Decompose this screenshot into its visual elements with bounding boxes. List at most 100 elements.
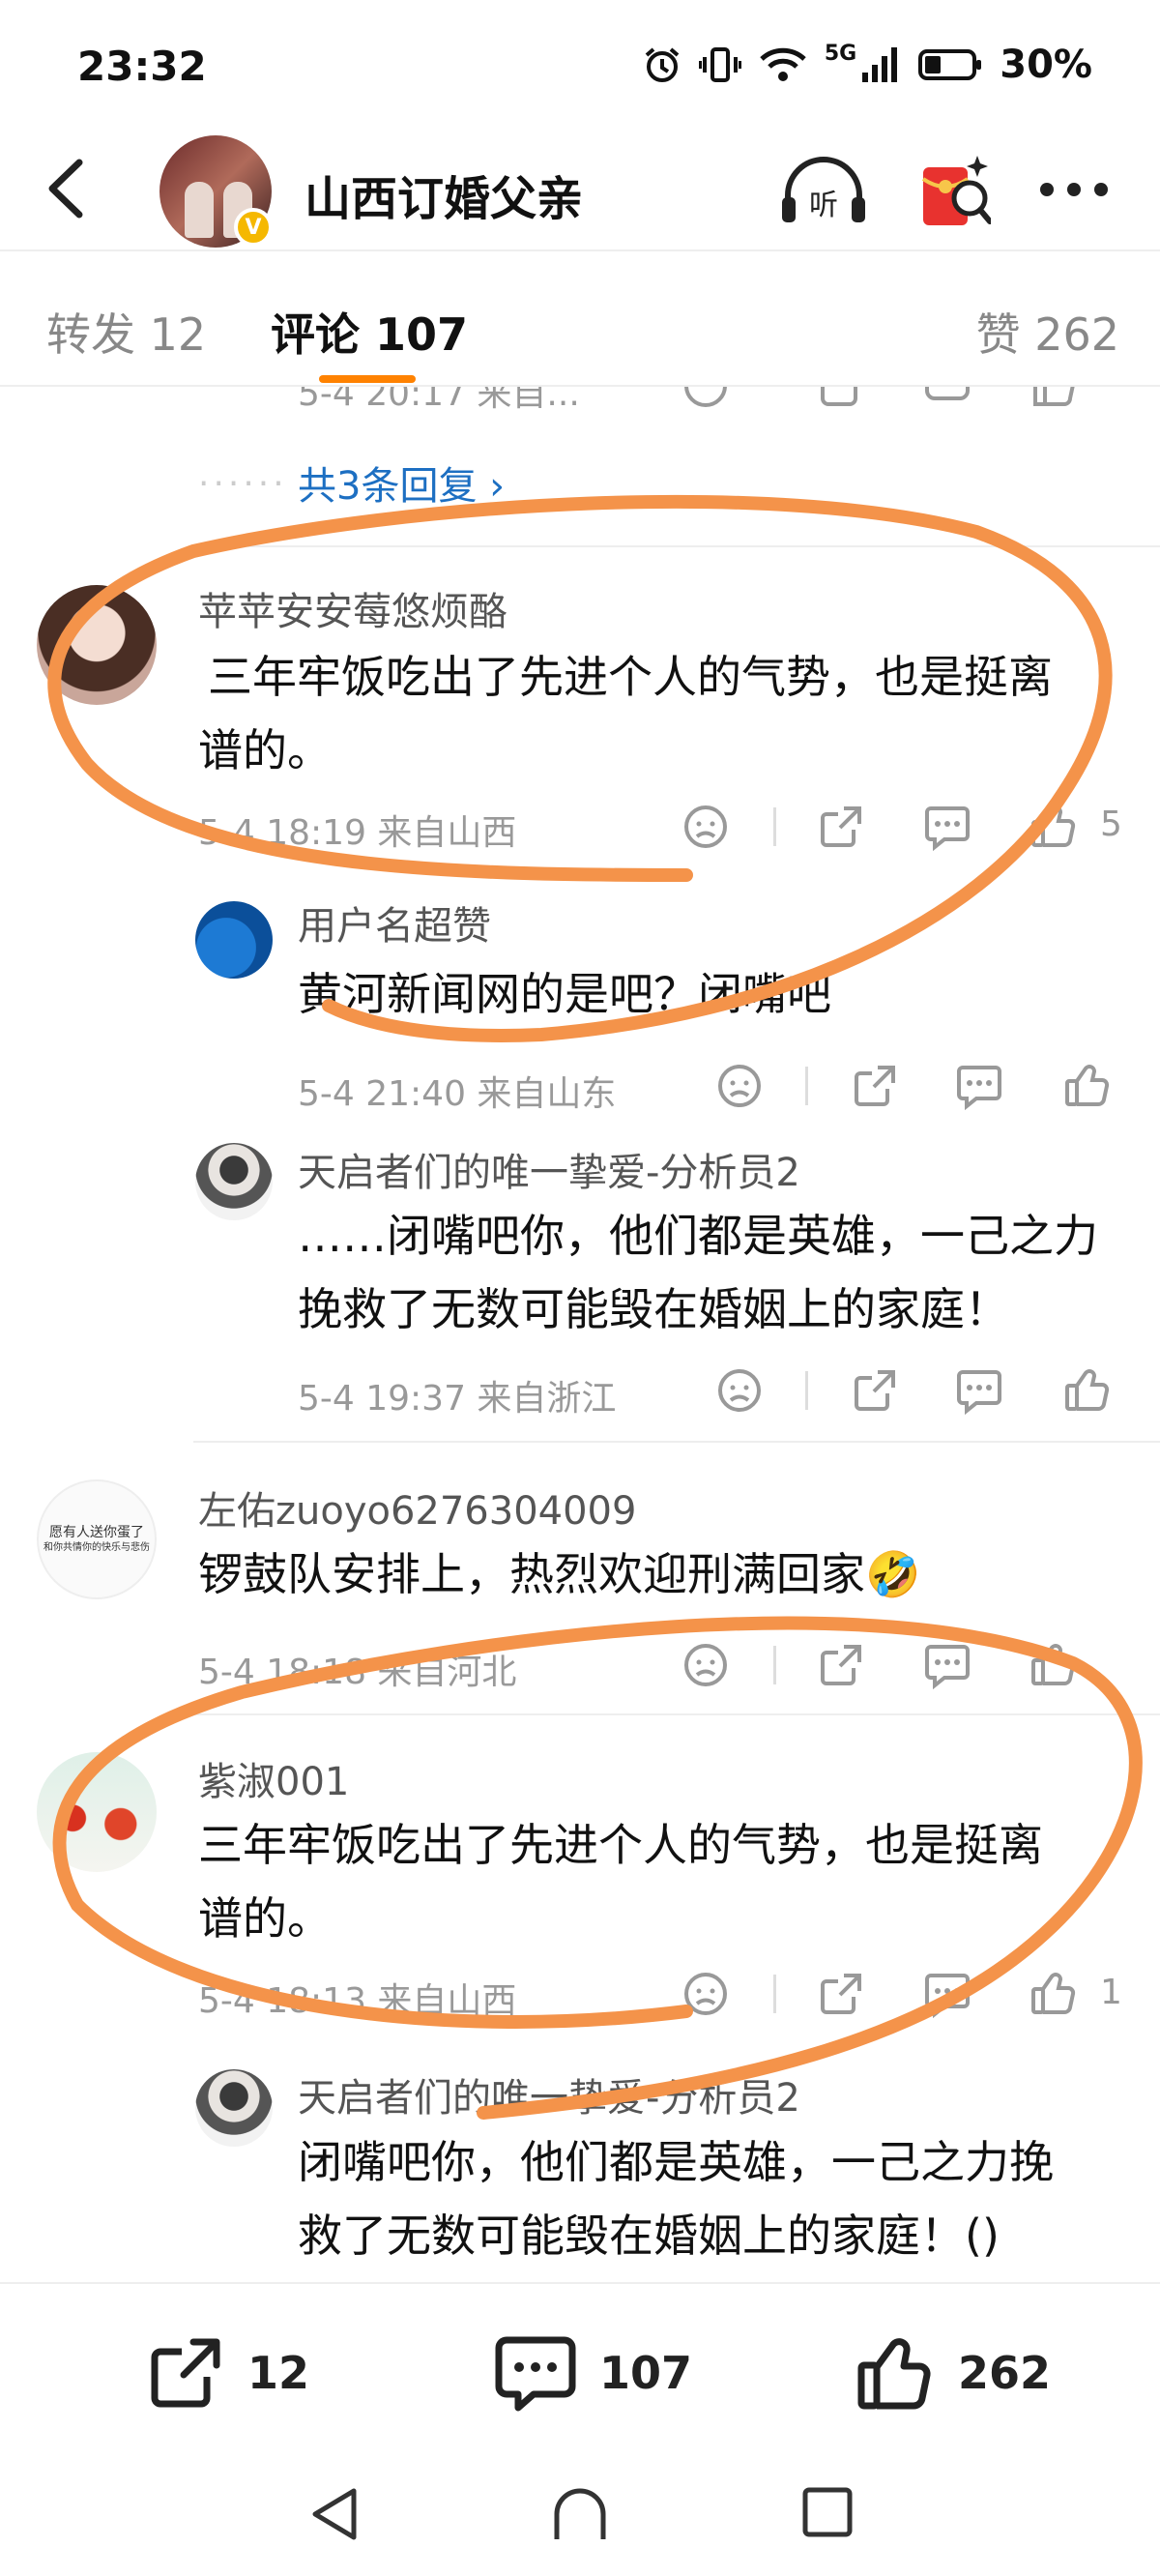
comment-button[interactable]: 107	[493, 2332, 692, 2414]
dislike-icon[interactable]	[715, 1062, 764, 1110]
bottom-action-bar: 12 107 262	[0, 2282, 1160, 2456]
verified-badge-icon: V	[234, 208, 273, 247]
comment-list: 5-4 20:17 来自... ······ 共3条回复 › 苹苹安安莓悠烦酪 …	[0, 387, 1160, 2282]
nav-back-icon[interactable]	[307, 2485, 362, 2543]
action-separator	[773, 1975, 776, 2013]
like-icon[interactable]	[1030, 803, 1078, 851]
comment-text: 锣鼓队安排上，热烈欢迎刑满回家🤣	[198, 1548, 921, 1600]
action-separator	[773, 1646, 776, 1684]
like-count: 1	[1100, 1973, 1122, 2012]
divider	[193, 545, 1160, 547]
reply-text: 黄河新闻网的是吧？闭嘴吧	[298, 968, 831, 1020]
battery-level: 30%	[1000, 43, 1092, 87]
reply-icon[interactable]	[923, 387, 972, 414]
dislike-icon[interactable]	[682, 803, 730, 851]
like-count: 262	[958, 2347, 1052, 2399]
comment-avatar[interactable]	[37, 1752, 157, 1872]
share-icon[interactable]	[817, 803, 865, 851]
status-time: 23:32	[77, 43, 207, 90]
reply-meta: 5-4 21:40 来自山东	[298, 1074, 617, 1114]
dislike-icon[interactable]	[682, 1970, 730, 2018]
reply-icon[interactable]	[955, 1062, 1003, 1110]
reply-icon[interactable]	[955, 1366, 1003, 1415]
comment-avatar[interactable]: 愿有人送你蛋了 和你共情你的快乐与悲伤	[37, 1479, 157, 1599]
reply-icon[interactable]	[923, 803, 972, 851]
reply-text: ……闭嘴吧你，他们都是英雄，一己之力	[298, 1210, 1098, 1262]
reply-avatar[interactable]	[195, 901, 273, 979]
comment-text: 三年牢饭吃出了先进个人的气势，也是挺离	[198, 1819, 1043, 1871]
reply-username[interactable]: 天启者们的唯一挚爱-分析员2	[298, 2066, 800, 2122]
like-icon[interactable]	[1030, 387, 1078, 414]
divider	[193, 1441, 1160, 1443]
comment-username[interactable]: 苹苹安安莓悠烦酪	[198, 580, 508, 636]
reply-avatar[interactable]	[195, 2069, 273, 2147]
comment-text: 三年牢饭吃出了先进个人的气势，也是挺离	[208, 651, 1053, 703]
share-icon[interactable]	[817, 1641, 865, 1689]
like-icon[interactable]	[1063, 1062, 1112, 1110]
comment-username[interactable]: 左佑zuoyo6276304009	[198, 1479, 636, 1536]
tab-comments[interactable]: 评论 107	[271, 300, 468, 364]
reply-text: 救了无数可能毁在婚姻上的家庭！()	[298, 2210, 1000, 2262]
listen-headphones-icon[interactable]: 听	[778, 155, 869, 228]
like-icon[interactable]	[1030, 1970, 1078, 2018]
like-icon[interactable]	[1030, 1641, 1078, 1689]
comment-icon	[495, 2336, 576, 2412]
tab-likes[interactable]: 赞 262	[976, 300, 1119, 364]
red-packet-icon[interactable]	[914, 150, 991, 233]
thumbs-up-icon	[857, 2338, 931, 2410]
page-title[interactable]: 山西订婚父亲	[304, 161, 583, 228]
share-icon[interactable]	[817, 1970, 865, 2018]
repost-count: 12	[247, 2347, 310, 2399]
like-count: 5	[1100, 805, 1122, 844]
network-type: 5G	[824, 41, 857, 66]
status-icons: 5G 30%	[643, 41, 1092, 87]
comment-text: 谱的。	[198, 1892, 332, 1945]
reply-text: 挽救了无数可能毁在婚姻上的家庭！	[298, 1283, 1009, 1335]
share-icon	[151, 2338, 220, 2408]
svg-text:听: 听	[809, 189, 838, 222]
comment-avatar[interactable]	[37, 585, 157, 705]
dislike-icon[interactable]	[682, 1641, 730, 1689]
tab-repost[interactable]: 转发 12	[46, 300, 206, 364]
reply-username[interactable]: 用户名超赞	[298, 894, 491, 951]
comment-count: 107	[599, 2347, 693, 2399]
reply-meta: 5-4 19:37 来自浙江	[298, 1379, 617, 1419]
like-button[interactable]: 262	[856, 2332, 1051, 2414]
comment-username[interactable]: 紫淑001	[198, 1750, 349, 1806]
reply-icon[interactable]	[923, 1641, 972, 1689]
dislike-icon[interactable]	[715, 1366, 764, 1415]
battery-icon	[918, 49, 982, 80]
comment-meta: 5-4 18:19 来自山西	[198, 813, 517, 853]
active-tab-indicator	[319, 375, 416, 383]
wifi-icon	[760, 47, 806, 81]
share-icon[interactable]	[851, 1062, 899, 1110]
action-separator	[805, 1067, 808, 1105]
dislike-icon[interactable]	[682, 387, 730, 414]
back-arrow-icon[interactable]	[39, 155, 97, 222]
action-separator	[773, 807, 776, 846]
nav-home-icon[interactable]	[551, 2485, 609, 2543]
comment-tabs: 转发 12 评论 107 赞 262	[0, 261, 1160, 387]
comment-meta: 5-4 18:18 来自河北	[198, 1653, 517, 1692]
reply-text: 闭嘴吧你，他们都是英雄，一己之力挽	[298, 2136, 1054, 2188]
reply-icon[interactable]	[923, 1970, 972, 2018]
share-icon[interactable]	[817, 387, 865, 414]
divider	[193, 1713, 1160, 1715]
status-bar: 23:32 5G 30%	[0, 0, 1160, 135]
comment-meta: 5-4 18:13 来自山西	[198, 1981, 517, 2021]
more-options-icon[interactable]	[1039, 182, 1109, 197]
repost-button[interactable]: 12	[145, 2332, 309, 2414]
nav-recents-icon[interactable]	[800, 2485, 855, 2539]
more-replies-link[interactable]: 共3条回复 ›	[298, 454, 505, 511]
vibrate-icon	[698, 47, 741, 82]
action-separator	[805, 1371, 808, 1410]
reply-avatar[interactable]	[195, 1143, 273, 1220]
reply-username[interactable]: 天启者们的唯一挚爱-分析员2	[298, 1141, 800, 1197]
alarm-icon	[645, 47, 680, 82]
comment-text: 谱的。	[198, 724, 332, 776]
signal-icon	[862, 47, 898, 82]
like-icon[interactable]	[1063, 1366, 1112, 1415]
share-icon[interactable]	[851, 1366, 899, 1415]
system-nav-bar	[0, 2456, 1160, 2576]
app-header: V 山西订婚父亲 听	[0, 126, 1160, 251]
